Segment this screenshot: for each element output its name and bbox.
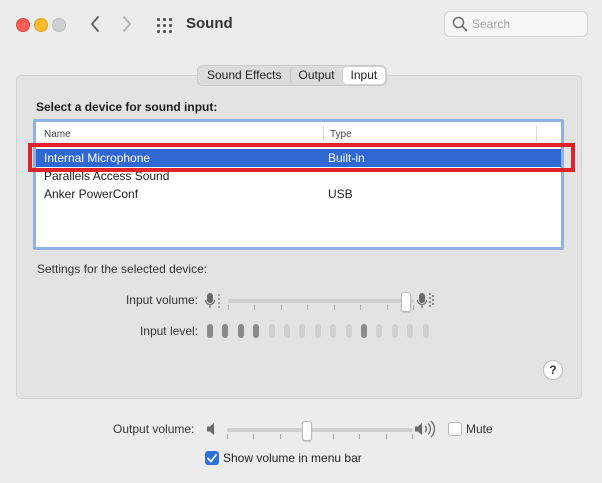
level-bar: [345, 324, 352, 338]
device-row-anker-powerconf[interactable]: Anker PowerConf USB: [36, 185, 561, 203]
slider-tick: [280, 434, 281, 439]
level-bar: [314, 324, 321, 338]
show-volume-label[interactable]: Show volume in menu bar: [223, 451, 362, 465]
back-button[interactable]: [84, 12, 106, 36]
slider-tick: [386, 434, 387, 439]
mute-label[interactable]: Mute: [466, 422, 493, 436]
level-bar: [222, 324, 229, 338]
show-volume-checkbox[interactable]: [205, 451, 219, 465]
speaker-low-icon: [207, 423, 214, 435]
column-separator: [536, 126, 537, 142]
help-button[interactable]: ?: [543, 360, 563, 380]
search-icon: [452, 16, 468, 32]
zoom-window-button[interactable]: [52, 18, 66, 32]
tab-output[interactable]: Output: [289, 67, 343, 84]
forward-button[interactable]: [116, 12, 138, 36]
slider-tick: [334, 305, 335, 310]
tab-bar: Sound Effects Output Input: [197, 65, 388, 86]
tab-sound-effects[interactable]: Sound Effects: [199, 67, 290, 84]
slider-tick: [413, 305, 414, 310]
slider-tick: [333, 434, 334, 439]
search-field[interactable]: [444, 11, 588, 37]
slider-tick: [360, 305, 361, 310]
microphone-high-icon: [416, 293, 434, 308]
output-volume-label: Output volume:: [113, 422, 195, 436]
slider-tick: [412, 434, 413, 439]
speaker-high-icon: [415, 420, 436, 438]
slider-track: [228, 299, 414, 303]
level-bar: [253, 324, 260, 338]
level-bar: [299, 324, 306, 338]
mute-checkbox[interactable]: [448, 422, 462, 436]
slider-tick: [387, 305, 388, 310]
slider-track: [227, 428, 413, 432]
settings-label: Settings for the selected device:: [37, 262, 208, 276]
tab-input[interactable]: Input: [342, 67, 386, 84]
level-bar: [284, 324, 290, 338]
slider-tick: [253, 434, 254, 439]
slider-tick: [359, 434, 360, 439]
column-header-type[interactable]: Type: [330, 129, 352, 140]
input-volume-slider[interactable]: [228, 292, 414, 312]
slider-tick: [228, 305, 229, 310]
input-device-table[interactable]: Name Type Internal Microphone Built-in P…: [33, 119, 564, 250]
checkmark-icon: [207, 454, 217, 463]
level-bar: [361, 324, 367, 338]
minimize-window-button[interactable]: [34, 18, 48, 32]
show-all-button[interactable]: [155, 15, 175, 35]
level-bar: [207, 324, 213, 338]
close-window-button[interactable]: [16, 18, 30, 32]
output-volume-slider[interactable]: [227, 421, 413, 441]
level-bar: [237, 324, 244, 338]
device-section-label: Select a device for sound input:: [36, 100, 218, 114]
column-header-name[interactable]: Name: [44, 129, 71, 140]
title-bar: Sound: [0, 0, 602, 50]
level-bar: [407, 324, 414, 338]
search-input[interactable]: [472, 15, 582, 33]
input-level-label: Input level:: [139, 324, 198, 338]
column-separator: [323, 126, 324, 142]
level-bar: [422, 324, 429, 338]
window-title: Sound: [186, 15, 233, 32]
level-bar: [268, 324, 275, 338]
slider-tick: [254, 305, 255, 310]
chevron-left-icon: [91, 16, 99, 32]
device-name: Anker PowerConf: [44, 187, 139, 201]
level-bar: [330, 324, 337, 338]
selection-highlight-annotation: [28, 143, 575, 172]
slider-knob[interactable]: [401, 292, 411, 312]
input-volume-label: Input volume:: [125, 293, 198, 307]
slider-knob[interactable]: [302, 421, 312, 441]
slider-tick: [227, 434, 228, 439]
level-bar: [391, 324, 398, 338]
device-type: USB: [328, 187, 353, 201]
slider-tick: [307, 305, 308, 310]
chevron-right-icon: [123, 16, 131, 32]
slider-tick: [281, 305, 282, 310]
level-bar: [376, 324, 383, 338]
microphone-low-icon: [204, 293, 220, 308]
